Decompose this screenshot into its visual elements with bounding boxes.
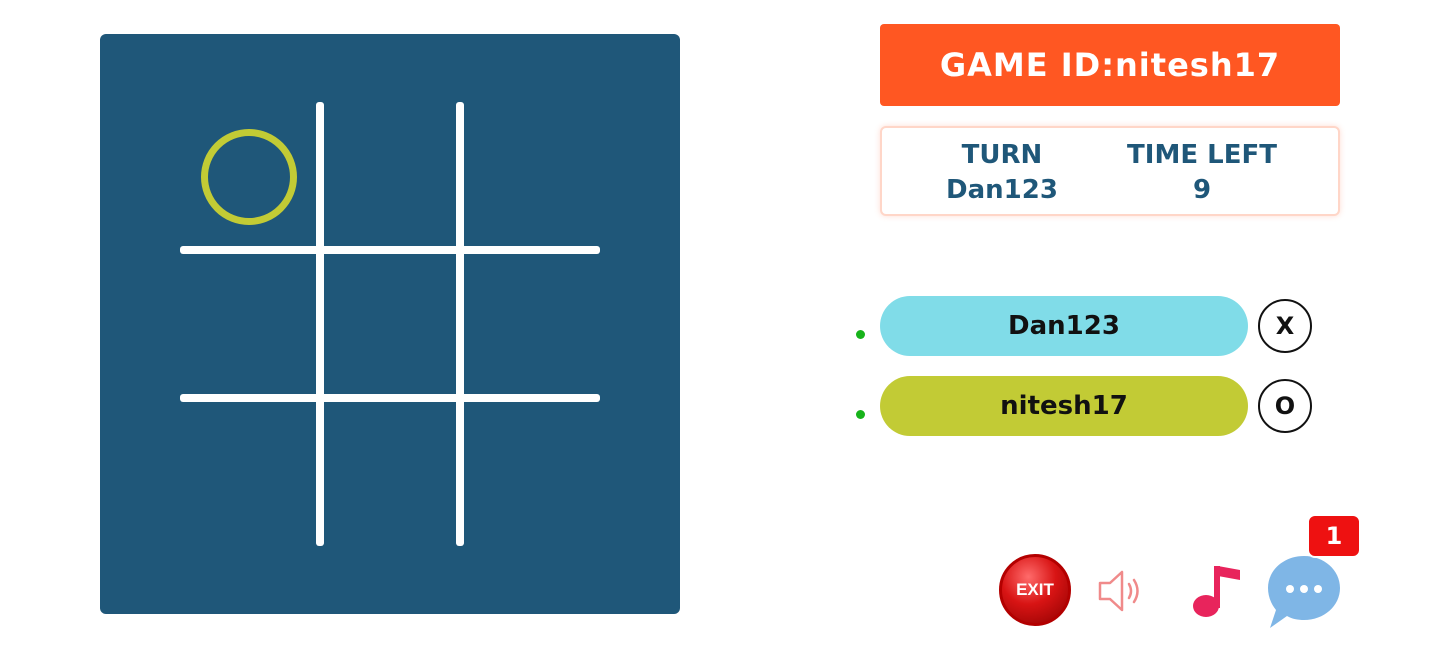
board-cell-5[interactable]: [462, 252, 600, 398]
board-cell-4[interactable]: [322, 252, 460, 398]
time-left-label: TIME LEFT: [1127, 140, 1277, 170]
player-1-symbol: X: [1258, 299, 1312, 353]
game-id-banner: GAME ID:nitesh17: [880, 24, 1340, 106]
game-board: [100, 34, 680, 614]
player-2-online-indicator: [856, 410, 865, 419]
turn-column: TURN Dan123: [922, 138, 1082, 208]
turn-label: TURN: [961, 140, 1043, 170]
chat-button[interactable]: [1264, 552, 1344, 632]
board-cell-8[interactable]: [462, 400, 600, 546]
exit-button[interactable]: EXIT: [999, 554, 1071, 626]
player-1-name: Dan123: [880, 296, 1248, 356]
o-mark: [201, 129, 297, 225]
player-2-name: nitesh17: [880, 376, 1248, 436]
board-cell-6[interactable]: [180, 400, 318, 546]
turn-value: Dan123: [946, 175, 1058, 205]
music-toggle-button[interactable]: [1188, 560, 1244, 620]
board-cell-7[interactable]: [322, 400, 460, 546]
sound-toggle-button[interactable]: [1096, 566, 1148, 616]
chat-bubble-icon: [1268, 556, 1340, 628]
music-note-icon: [1193, 566, 1240, 617]
board-cell-1[interactable]: [322, 104, 460, 250]
player-2-symbol: O: [1258, 379, 1312, 433]
board-cell-3[interactable]: [180, 252, 318, 398]
player-1-online-indicator: [856, 330, 865, 339]
board-cell-2[interactable]: [462, 104, 600, 250]
speaker-icon: [1098, 570, 1139, 612]
turn-status-panel: TURN Dan123 TIME LEFT 9: [880, 126, 1340, 216]
chat-notification-badge: 1: [1307, 514, 1361, 558]
time-column: TIME LEFT 9: [1112, 138, 1292, 208]
time-left-value: 9: [1192, 175, 1212, 205]
board-cell-0[interactable]: [180, 104, 318, 250]
